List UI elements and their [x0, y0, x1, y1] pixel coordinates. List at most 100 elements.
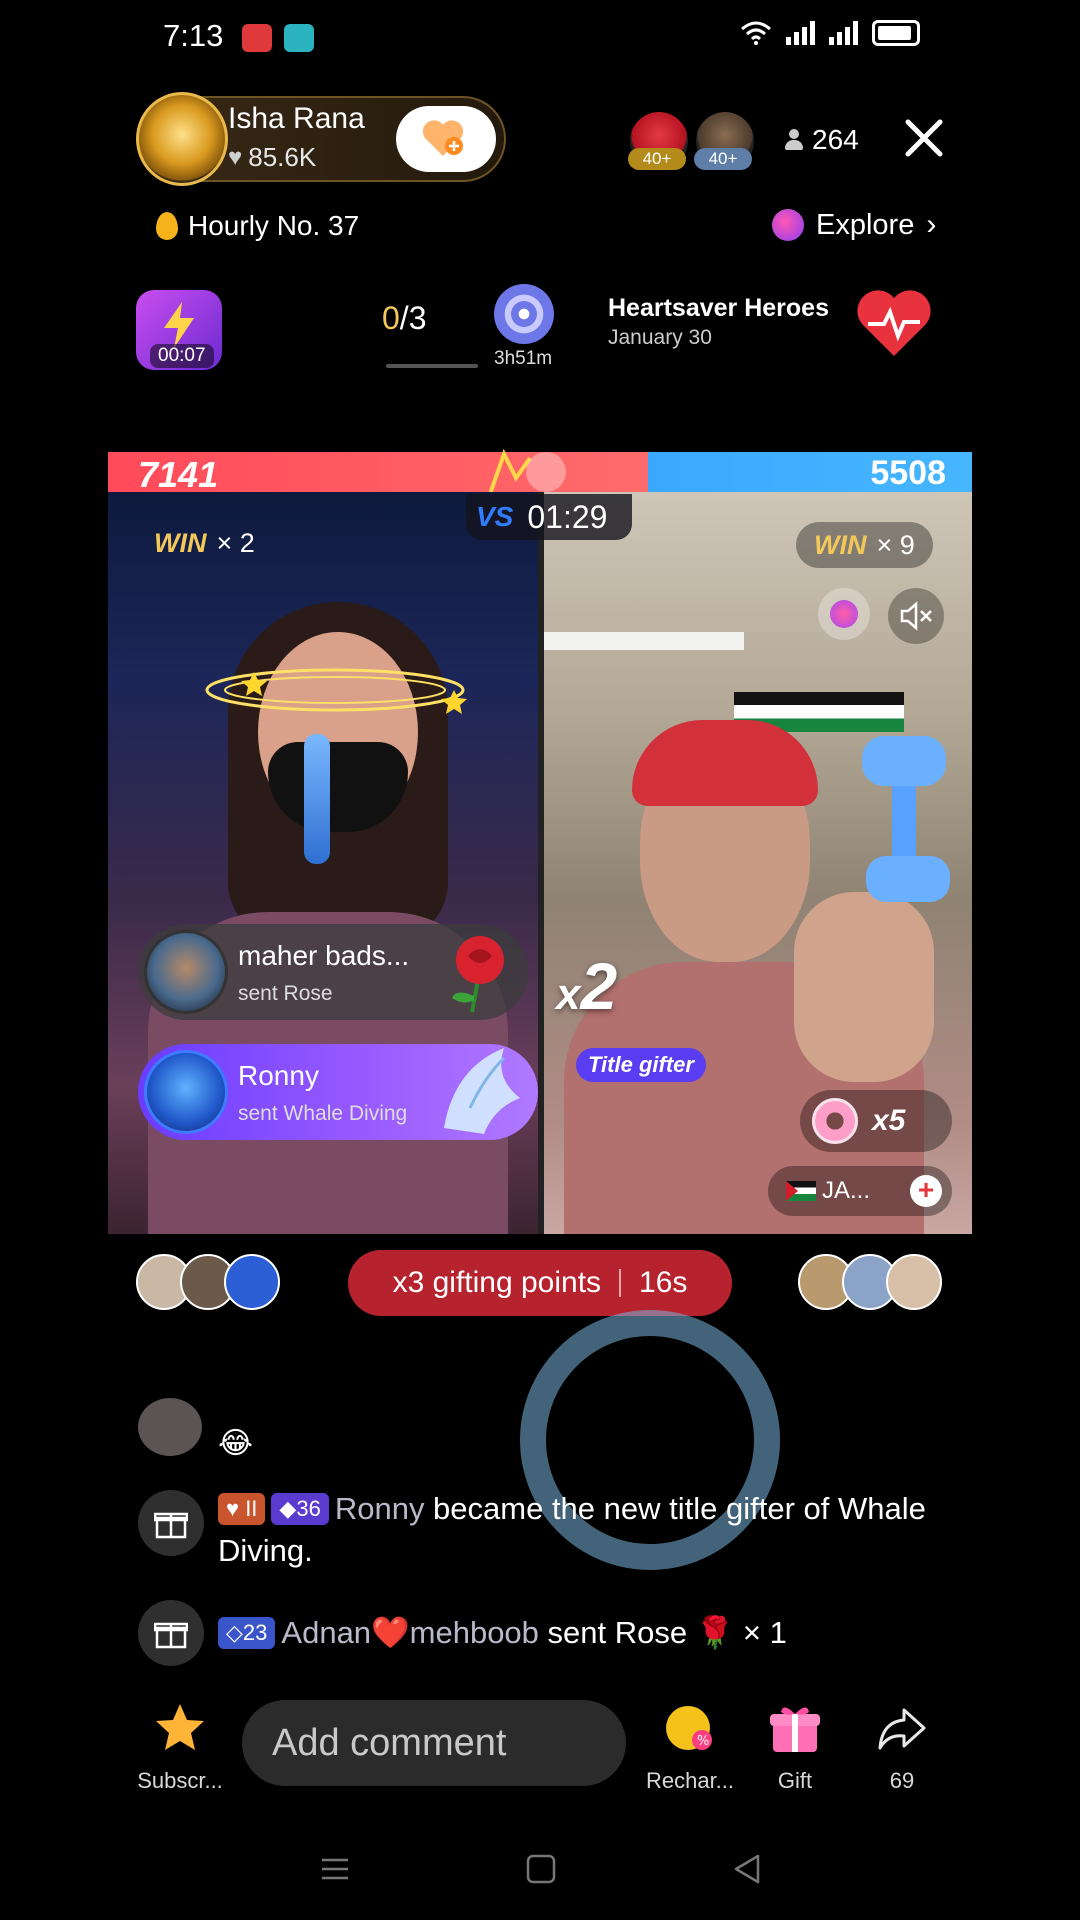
status-bar: 7:13 — [0, 0, 1080, 78]
subscribe-button[interactable]: Subscr... — [132, 1700, 228, 1794]
viewer-level-badge: 40+ — [628, 148, 686, 170]
task-progress[interactable]: 0/3 — [382, 300, 426, 337]
task-done: 0 — [382, 300, 400, 336]
back-nav-icon[interactable] — [730, 1852, 764, 1886]
vs-logo: VS — [476, 501, 514, 532]
gift-box-icon — [154, 1512, 188, 1539]
gift-label: Gift — [777, 1768, 813, 1793]
gem-level-badge: ◆36 — [271, 1493, 329, 1525]
explore-label: Explore — [816, 208, 915, 241]
heart-icon: ♥ — [228, 143, 243, 171]
title-gifter-badge: Title gifter — [576, 1048, 706, 1082]
menu-nav-icon[interactable] — [318, 1852, 352, 1886]
person-icon — [784, 129, 804, 151]
chat-username[interactable]: Ronny — [335, 1491, 425, 1526]
heartbeat-heart-icon[interactable] — [854, 286, 934, 360]
share-count: 69 — [889, 1768, 915, 1793]
effect-button[interactable] — [818, 588, 870, 640]
explore-button[interactable]: Explore › — [772, 208, 936, 242]
gift-box-icon — [154, 1622, 188, 1649]
viewer-level-badge: 40+ — [694, 148, 752, 170]
target-time: 3h51m — [494, 348, 553, 369]
gifter-name: maher bads... — [238, 940, 410, 971]
win-label: WIN — [814, 529, 867, 560]
viewer-count[interactable]: 264 — [784, 124, 859, 156]
close-icon[interactable] — [900, 114, 948, 162]
coin-icon: % — [666, 1706, 712, 1750]
gifting-points-pill[interactable]: x3 gifting points 16s — [348, 1250, 732, 1316]
donut-gift-pill[interactable]: x5 — [800, 1090, 952, 1152]
gifter-avatar[interactable] — [144, 1050, 228, 1134]
share-button[interactable]: 69 — [862, 1700, 942, 1794]
chat-message: ♥ II ◆36 Ronny became the new title gifter… — [218, 1488, 978, 1572]
screen-record-icon — [242, 24, 272, 52]
star-halo-effect — [205, 668, 467, 714]
chat-avatar[interactable] — [138, 1398, 202, 1456]
gift-description: sent Whale Diving — [238, 1102, 408, 1125]
battery-icon — [872, 20, 920, 46]
supporter-avatar[interactable] — [886, 1254, 942, 1310]
follow-button[interactable] — [396, 106, 496, 172]
score-right: 5508 — [870, 454, 946, 492]
plus-icon[interactable]: + — [910, 1175, 942, 1207]
gift-toast[interactable]: Ronny sent Whale Diving — [138, 1044, 538, 1140]
event-title[interactable]: Heartsaver Heroes — [608, 294, 829, 323]
host-avatar[interactable] — [136, 92, 228, 186]
win-count-left: × 2 — [216, 528, 255, 558]
explore-icon — [772, 209, 804, 241]
task-total: /3 — [399, 300, 427, 336]
gift-toast[interactable]: maher bads... sent Rose — [138, 924, 528, 1020]
dumbbell-effect — [862, 736, 950, 902]
hourly-rank[interactable]: Hourly No. 37 — [156, 210, 359, 242]
status-icons — [740, 20, 920, 46]
gifting-points-timer: 16s — [639, 1266, 688, 1299]
status-time: 7:13 — [163, 18, 224, 53]
gift-description: sent Rose — [238, 982, 333, 1005]
target-icon[interactable] — [494, 284, 554, 344]
diamond-level-badge: ◇23 — [218, 1617, 276, 1649]
chat-app-icon — [284, 24, 314, 52]
bolt-timer: 00:07 — [150, 344, 214, 368]
win-count-right: × 9 — [876, 529, 915, 560]
supporter-avatar[interactable] — [224, 1254, 280, 1310]
share-icon — [878, 1708, 926, 1750]
svg-text:%: % — [697, 1734, 709, 1749]
opponent-follow-pill[interactable]: JA... + — [768, 1166, 952, 1216]
mute-button[interactable] — [888, 588, 944, 644]
chat-message: ◇23 Adnan❤️mehboob sent Rose 🌹 × 1 — [218, 1612, 978, 1654]
combo-value: 2 — [580, 949, 618, 1023]
lightning-icon — [164, 302, 194, 348]
chat-gift-icon — [138, 1490, 204, 1556]
chat-text: sent Rose 🌹 × 1 — [538, 1615, 787, 1650]
rose-icon — [452, 936, 504, 1013]
comment-input[interactable]: Add comment — [242, 1700, 626, 1786]
host-name: Isha Rana — [228, 102, 365, 135]
win-label: WIN — [154, 528, 207, 558]
recharge-button[interactable]: % Rechar... — [640, 1700, 740, 1794]
combo-prefix: x — [556, 970, 581, 1019]
host-likes: ♥ 85.6K — [228, 142, 316, 173]
home-nav-icon[interactable] — [524, 1852, 558, 1886]
gifter-name: Ronny — [238, 1060, 319, 1091]
palestine-flag-icon — [786, 1181, 816, 1201]
battle-time: 01:29 — [527, 498, 608, 535]
comment-placeholder: Add comment — [272, 1722, 507, 1764]
hourly-rank-label: Hourly No. 37 — [188, 210, 360, 241]
whale-icon — [444, 1048, 520, 1134]
donut-icon — [812, 1098, 858, 1144]
win-streak-right: WIN × 9 — [796, 522, 933, 568]
gift-button[interactable]: Gift — [760, 1700, 830, 1794]
recharge-label: Rechar... — [645, 1768, 735, 1793]
win-streak-left: WIN × 2 — [154, 528, 255, 559]
chat-emoji: 😂 — [218, 1427, 254, 1460]
gifter-avatar[interactable] — [144, 930, 228, 1014]
chat-username[interactable]: Adnan❤️mehboob — [281, 1615, 539, 1650]
fan-level-badge: ♥ II — [218, 1493, 266, 1525]
star-icon — [156, 1704, 204, 1750]
wifi-icon — [741, 21, 771, 45]
chat-gift-icon — [138, 1600, 204, 1666]
separator — [619, 1269, 622, 1297]
task-progress-bar — [386, 364, 478, 368]
speaker-muted-icon — [900, 601, 932, 631]
host-likes-value: 85.6K — [248, 142, 317, 172]
